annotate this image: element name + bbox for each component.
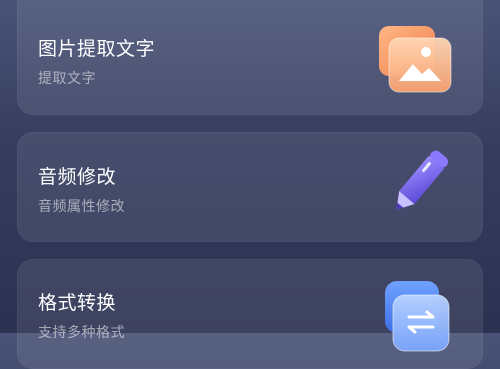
image-icon — [375, 24, 455, 96]
card-title: 格式转换 — [38, 292, 117, 314]
card-format-convert[interactable]: 格式转换 支持多种格式 — [17, 259, 483, 369]
card-subtitle: 支持多种格式 — [38, 325, 125, 341]
card-image-text-extract[interactable]: 图片提取文字 提取文字 — [17, 0, 483, 115]
card-title: 图片提取文字 — [38, 38, 156, 60]
card-subtitle: 音频属性修改 — [38, 199, 125, 215]
convert-icon — [381, 279, 453, 359]
pen-icon — [383, 146, 455, 220]
card-title: 音频修改 — [38, 166, 117, 188]
card-audio-edit[interactable]: 音频修改 音频属性修改 — [17, 132, 483, 242]
card-subtitle: 提取文字 — [38, 71, 96, 87]
